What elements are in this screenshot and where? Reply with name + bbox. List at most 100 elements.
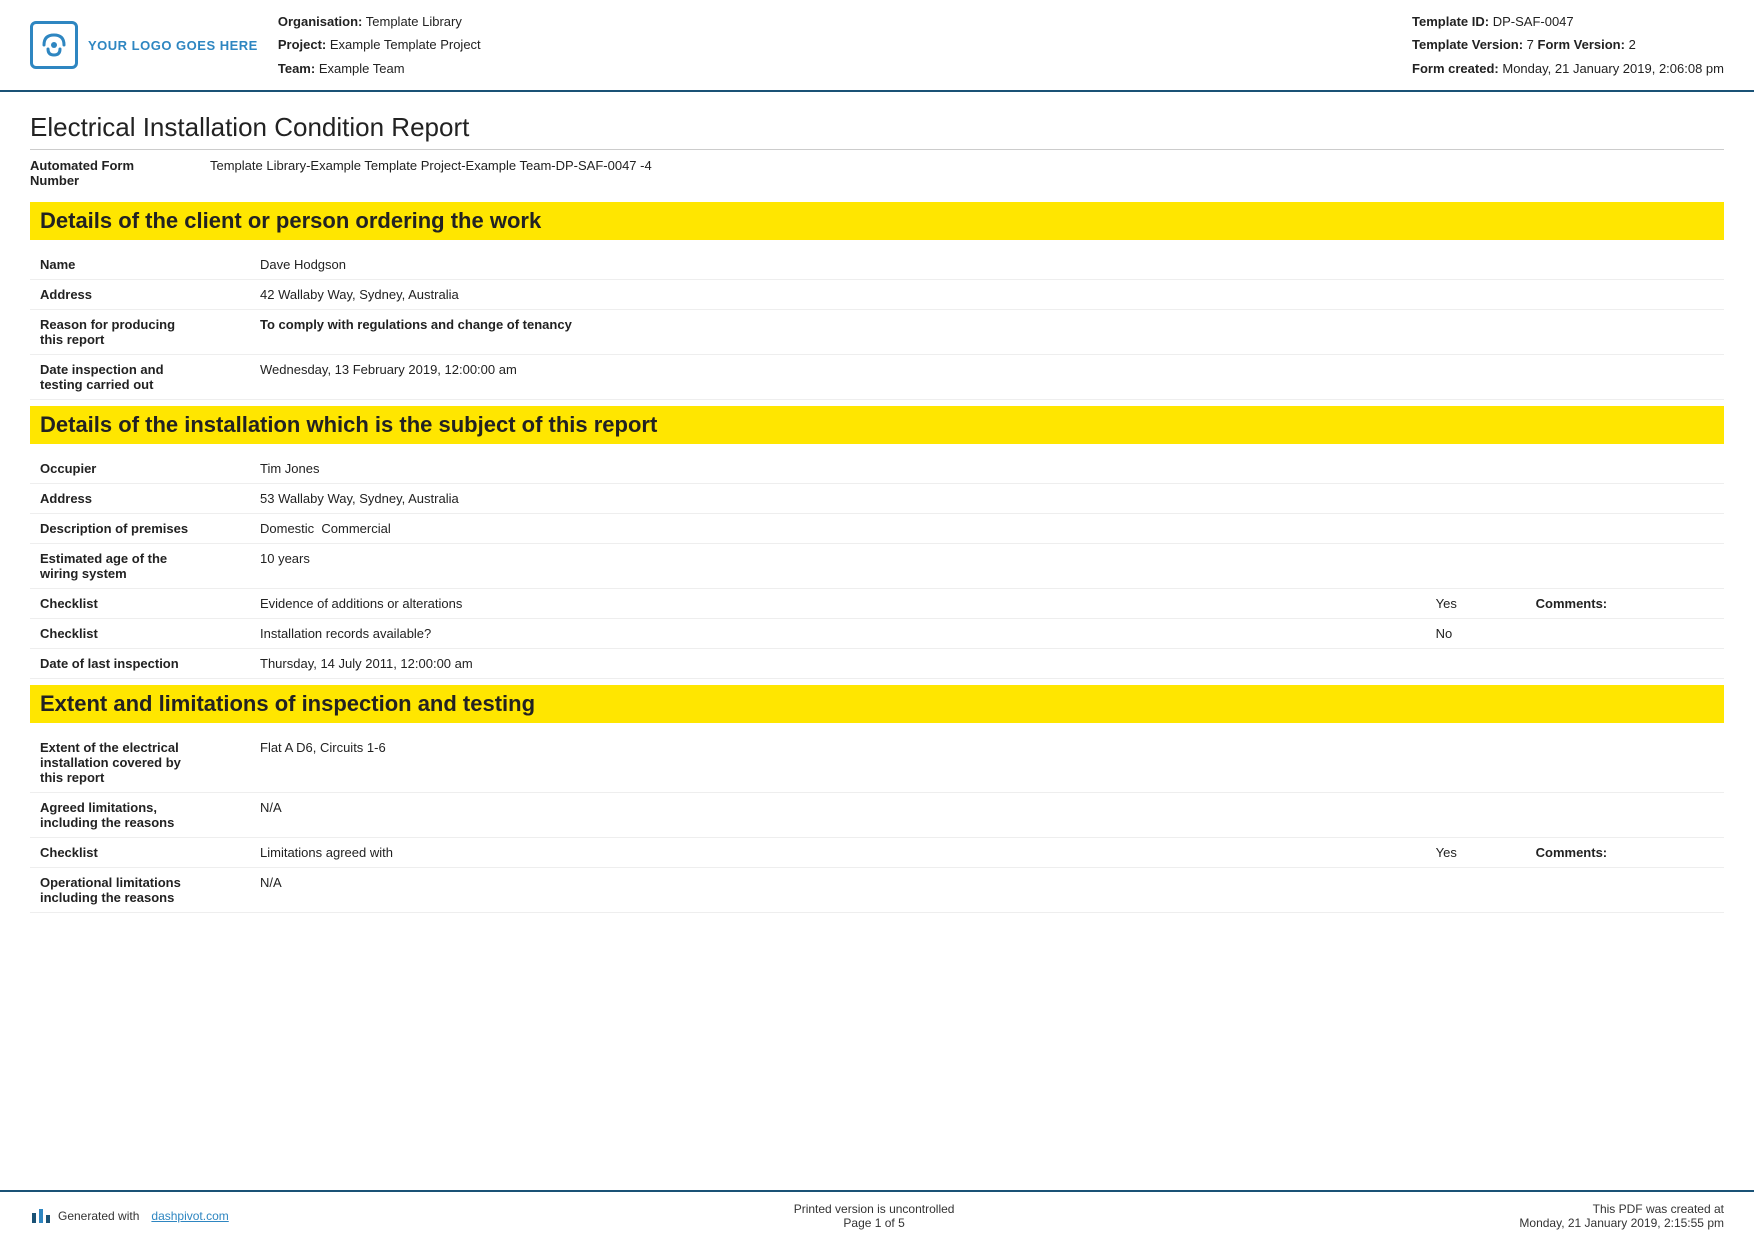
extent-electrical-value: Flat A D6, Circuits 1-6	[250, 733, 1426, 793]
template-id-row: Template ID: DP-SAF-0047	[1412, 10, 1724, 33]
extent-details-table: Extent of the electricalinstallation cov…	[30, 733, 1724, 913]
footer-logo-area: Generated with dashpivot.com	[30, 1205, 229, 1227]
date-inspection-value: Wednesday, 13 February 2019, 12:00:00 am	[250, 355, 1433, 400]
section-installation-header: Details of the installation which is the…	[30, 406, 1724, 444]
table-row: Checklist Installation records available…	[30, 619, 1724, 649]
project-row: Project: Example Template Project	[278, 33, 1392, 56]
table-row: Address 53 Wallaby Way, Sydney, Australi…	[30, 484, 1724, 514]
installation-details-table: Occupier Tim Jones Address 53 Wallaby Wa…	[30, 454, 1724, 679]
footer-generated-label: Generated with	[58, 1209, 139, 1223]
checklist-limitations-yesno: Yes	[1426, 838, 1526, 868]
last-inspection-label: Date of last inspection	[30, 649, 250, 679]
footer-page: Page 1 of 5	[794, 1216, 955, 1230]
estimated-age-value: 10 years	[250, 544, 1426, 589]
section-extent-header: Extent and limitations of inspection and…	[30, 685, 1724, 723]
description-label: Description of premises	[30, 514, 250, 544]
checklist-additions-comments-label: Comments:	[1526, 589, 1646, 619]
footer-logo-icon	[30, 1205, 52, 1227]
section-client-header: Details of the client or person ordering…	[30, 202, 1724, 240]
checklist-limitations-label: Checklist	[30, 838, 250, 868]
occupier-value: Tim Jones	[250, 454, 1426, 484]
checklist-additions-comments-value	[1646, 589, 1724, 619]
form-created-row: Form created: Monday, 21 January 2019, 2…	[1412, 57, 1724, 80]
table-row: Address 42 Wallaby Way, Sydney, Australi…	[30, 280, 1724, 310]
form-number-label: Automated FormNumber	[30, 158, 210, 188]
main-content: Electrical Installation Condition Report…	[0, 92, 1754, 947]
name-label: Name	[30, 250, 250, 280]
install-address-value: 53 Wallaby Way, Sydney, Australia	[250, 484, 1426, 514]
checklist-limitations-value: Limitations agreed with	[250, 838, 1426, 868]
page: YOUR LOGO GOES HERE Organisation: Templa…	[0, 0, 1754, 1240]
checklist-records-value: Installation records available?	[250, 619, 1426, 649]
project-label: Project:	[278, 37, 326, 52]
description-value: Domestic Commercial	[250, 514, 1426, 544]
template-id-value: DP-SAF-0047	[1493, 14, 1574, 29]
org-value: Template Library	[366, 14, 462, 29]
checklist-additions-value: Evidence of additions or alterations	[250, 589, 1426, 619]
client-details-table: Name Dave Hodgson Address 42 Wallaby Way…	[30, 250, 1724, 400]
footer-right: This PDF was created at Monday, 21 Janua…	[1519, 1202, 1724, 1230]
table-row: Extent of the electricalinstallation cov…	[30, 733, 1724, 793]
logo-icon	[30, 21, 78, 69]
footer-center: Printed version is uncontrolled Page 1 o…	[794, 1202, 955, 1230]
extent-electrical-label: Extent of the electricalinstallation cov…	[30, 733, 250, 793]
table-row: Date inspection andtesting carried out W…	[30, 355, 1724, 400]
footer-pdf-created-label: This PDF was created at	[1519, 1202, 1724, 1216]
estimated-age-label: Estimated age of thewiring system	[30, 544, 250, 589]
table-row: Operational limitationsincluding the rea…	[30, 868, 1724, 913]
agreed-limitations-label: Agreed limitations,including the reasons	[30, 793, 250, 838]
checklist-limitations-comments-label: Comments:	[1526, 838, 1646, 868]
header: YOUR LOGO GOES HERE Organisation: Templa…	[0, 0, 1754, 92]
template-version-row: Template Version: 7 Form Version: 2	[1412, 33, 1724, 56]
form-number-row: Automated FormNumber Template Library-Ex…	[30, 158, 1724, 188]
name-value: Dave Hodgson	[250, 250, 1433, 280]
form-version-value: 2	[1629, 37, 1636, 52]
logo-area: YOUR LOGO GOES HERE	[30, 10, 258, 80]
footer-uncontrolled: Printed version is uncontrolled	[794, 1202, 955, 1216]
checklist-limitations-comments-value	[1646, 838, 1724, 868]
team-value: Example Team	[319, 61, 405, 76]
footer-link[interactable]: dashpivot.com	[151, 1209, 228, 1223]
form-number-value: Template Library-Example Template Projec…	[210, 158, 652, 188]
occupier-label: Occupier	[30, 454, 250, 484]
template-version-value: 7	[1527, 37, 1534, 52]
table-row: Date of last inspection Thursday, 14 Jul…	[30, 649, 1724, 679]
operational-limitations-label: Operational limitationsincluding the rea…	[30, 868, 250, 913]
address-value: 42 Wallaby Way, Sydney, Australia	[250, 280, 1433, 310]
date-inspection-label: Date inspection andtesting carried out	[30, 355, 250, 400]
checklist-records-yesno: No	[1426, 619, 1526, 649]
logo-text: YOUR LOGO GOES HERE	[88, 38, 258, 53]
project-value: Example Template Project	[330, 37, 481, 52]
table-row: Description of premises Domestic Commerc…	[30, 514, 1724, 544]
table-row: Name Dave Hodgson	[30, 250, 1724, 280]
table-row: Checklist Limitations agreed with Yes Co…	[30, 838, 1724, 868]
table-row: Reason for producingthis report To compl…	[30, 310, 1724, 355]
operational-limitations-value: N/A	[250, 868, 1426, 913]
form-version-label: Form Version:	[1538, 37, 1625, 52]
last-inspection-value: Thursday, 14 July 2011, 12:00:00 am	[250, 649, 1426, 679]
footer: Generated with dashpivot.com Printed ver…	[0, 1190, 1754, 1240]
table-row: Checklist Evidence of additions or alter…	[30, 589, 1724, 619]
report-title: Electrical Installation Condition Report	[30, 112, 1724, 150]
footer-pdf-created-value: Monday, 21 January 2019, 2:15:55 pm	[1519, 1216, 1724, 1230]
checklist-additions-yesno: Yes	[1426, 589, 1526, 619]
address-label: Address	[30, 280, 250, 310]
table-row: Estimated age of thewiring system 10 yea…	[30, 544, 1724, 589]
checklist-records-label: Checklist	[30, 619, 250, 649]
form-created-value: Monday, 21 January 2019, 2:06:08 pm	[1502, 61, 1724, 76]
reason-label: Reason for producingthis report	[30, 310, 250, 355]
table-row: Occupier Tim Jones	[30, 454, 1724, 484]
org-label: Organisation:	[278, 14, 363, 29]
team-label: Team:	[278, 61, 315, 76]
form-created-label: Form created:	[1412, 61, 1499, 76]
header-org-info: Organisation: Template Library Project: …	[278, 10, 1392, 80]
template-id-label: Template ID:	[1412, 14, 1489, 29]
agreed-limitations-value: N/A	[250, 793, 1426, 838]
install-address-label: Address	[30, 484, 250, 514]
reason-value: To comply with regulations and change of…	[250, 310, 1433, 355]
template-version-label: Template Version:	[1412, 37, 1523, 52]
checklist-additions-label: Checklist	[30, 589, 250, 619]
org-row: Organisation: Template Library	[278, 10, 1392, 33]
header-meta-info: Template ID: DP-SAF-0047 Template Versio…	[1412, 10, 1724, 80]
table-row: Agreed limitations,including the reasons…	[30, 793, 1724, 838]
